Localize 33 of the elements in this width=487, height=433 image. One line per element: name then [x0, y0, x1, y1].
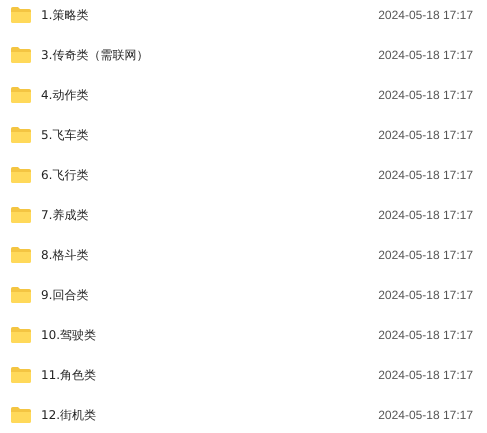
folder-name: 7.养成类	[41, 207, 88, 224]
folder-icon	[10, 166, 32, 184]
folder-icon	[10, 246, 32, 264]
folder-icon	[10, 286, 32, 304]
modified-date: 2024-05-18 17:17	[378, 367, 473, 384]
modified-date: 2024-05-18 17:17	[378, 327, 473, 344]
modified-date: 2024-05-18 17:17	[378, 247, 473, 264]
modified-date: 2024-05-18 17:17	[378, 167, 473, 184]
folder-name: 6.飞行类	[41, 167, 88, 184]
folder-icon	[10, 326, 32, 344]
folder-icon	[10, 86, 32, 104]
folder-icon	[10, 206, 32, 224]
modified-date: 2024-05-18 17:17	[378, 87, 473, 104]
modified-date: 2024-05-18 17:17	[378, 207, 473, 224]
folder-name: 1.策略类	[41, 7, 88, 24]
modified-date: 2024-05-18 17:17	[378, 47, 473, 64]
folder-icon	[10, 6, 32, 24]
modified-date: 2024-05-18 17:17	[378, 127, 473, 144]
modified-date: 2024-05-18 17:17	[378, 7, 473, 24]
folder-name: 11.角色类	[41, 367, 96, 384]
folder-icon	[10, 406, 32, 424]
folder-name: 9.回合类	[41, 287, 88, 304]
folder-icon	[10, 366, 32, 384]
folder-name: 3.传奇类（需联网）	[41, 47, 148, 64]
folder-name: 12.街机类	[41, 407, 96, 424]
folder-name: 5.飞车类	[41, 127, 88, 144]
folder-icon	[10, 126, 32, 144]
folder-name: 8.格斗类	[41, 247, 88, 264]
folder-name: 10.驾驶类	[41, 327, 96, 344]
modified-date: 2024-05-18 17:17	[378, 407, 473, 424]
folder-name: 4.动作类	[41, 87, 88, 104]
folder-icon	[10, 46, 32, 64]
modified-date: 2024-05-18 17:17	[378, 287, 473, 304]
